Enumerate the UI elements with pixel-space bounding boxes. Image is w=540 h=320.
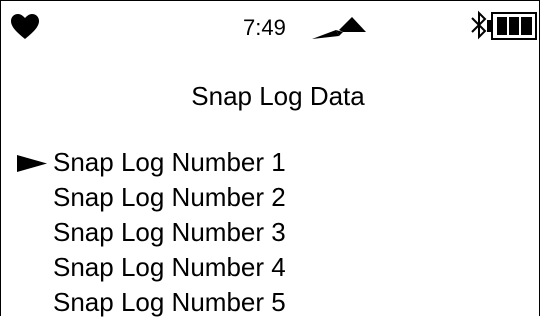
signal-icon xyxy=(312,17,366,39)
menu-item-snap-log-3[interactable]: Snap Log Number 3 xyxy=(1,215,539,250)
battery-icon xyxy=(487,12,537,40)
menu-item-label: Snap Log Number 1 xyxy=(53,147,286,177)
menu-item-label: Snap Log Number 5 xyxy=(53,287,286,317)
menu-item-snap-log-2[interactable]: Snap Log Number 2 xyxy=(1,180,539,215)
clock: 7:49 xyxy=(243,15,286,40)
menu-item-label: Snap Log Number 2 xyxy=(53,182,286,212)
selection-arrow-icon xyxy=(17,155,47,172)
menu-item-snap-log-5[interactable]: Snap Log Number 5 xyxy=(1,285,539,320)
menu-item-snap-log-4[interactable]: Snap Log Number 4 xyxy=(1,250,539,285)
status-bar: 7:49 xyxy=(1,1,539,49)
heart-icon xyxy=(11,14,39,39)
menu-item-label: Snap Log Number 4 xyxy=(53,252,286,282)
bluetooth-icon xyxy=(471,10,487,40)
screen-title: Snap Log Data xyxy=(191,81,365,111)
menu-item-label: Snap Log Number 3 xyxy=(53,217,286,247)
snap-log-menu: Snap Log Number 1 Snap Log Number 2 Snap… xyxy=(1,145,539,320)
device-screen: 7:49 Snap Log Data Snap Log Number 1 Sna… xyxy=(0,0,540,317)
menu-item-snap-log-1[interactable]: Snap Log Number 1 xyxy=(1,145,539,180)
